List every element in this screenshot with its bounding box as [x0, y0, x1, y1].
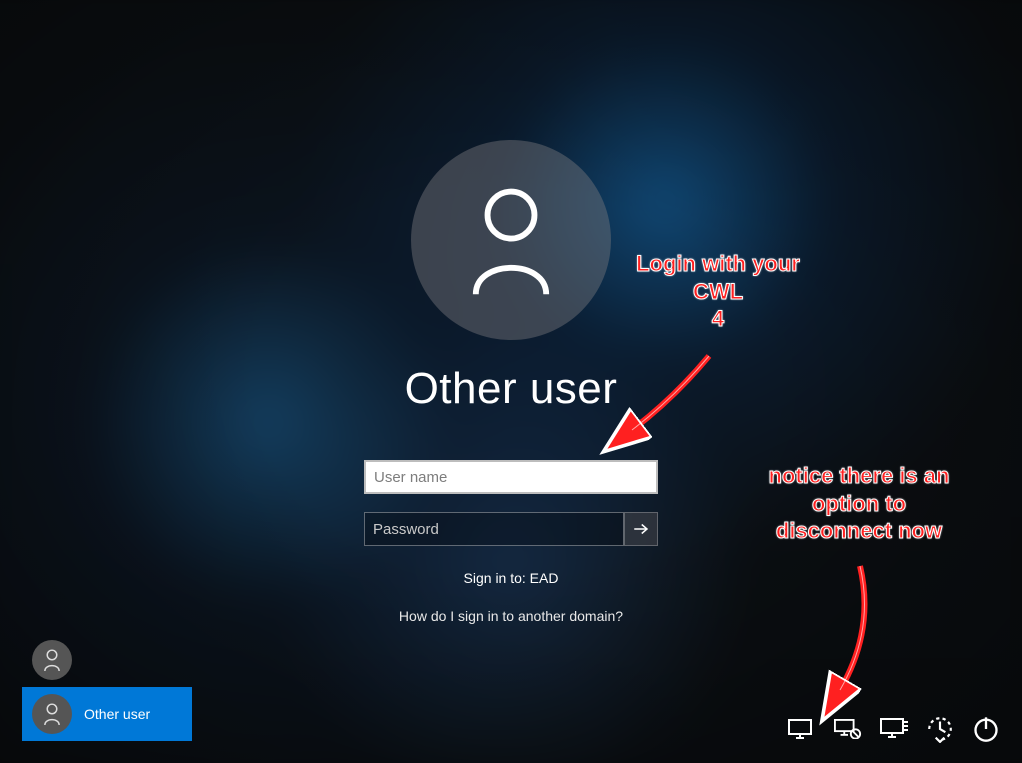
username-input[interactable] — [364, 460, 658, 494]
user-avatar-large — [411, 140, 611, 340]
username-field-wrap — [364, 460, 658, 494]
user-list: Other user — [22, 633, 192, 741]
person-icon — [467, 185, 555, 295]
other-domain-link[interactable]: How do I sign in to another domain? — [399, 608, 623, 624]
network-icon[interactable] — [788, 717, 816, 741]
ethernet-icon[interactable] — [880, 717, 908, 741]
arrow-right-icon — [632, 520, 650, 538]
ease-of-access-icon[interactable] — [926, 717, 954, 741]
login-panel: Other user Sign in to: EAD How do I sign… — [301, 140, 721, 624]
password-input[interactable] — [364, 512, 624, 546]
person-icon — [43, 649, 61, 671]
system-tray — [788, 717, 1000, 741]
signin-domain-text: Sign in to: EAD — [464, 570, 559, 586]
submit-button[interactable] — [624, 512, 658, 546]
power-icon[interactable] — [972, 717, 1000, 741]
mini-avatar — [32, 640, 72, 680]
user-tile-other-account[interactable] — [22, 633, 192, 687]
person-icon — [43, 703, 61, 725]
login-title: Other user — [405, 364, 618, 414]
user-tile-label: Other user — [84, 706, 150, 722]
user-tile-other-user[interactable]: Other user — [22, 687, 192, 741]
password-field-wrap — [364, 512, 658, 546]
mini-avatar — [32, 694, 72, 734]
disconnect-icon[interactable] — [834, 717, 862, 741]
